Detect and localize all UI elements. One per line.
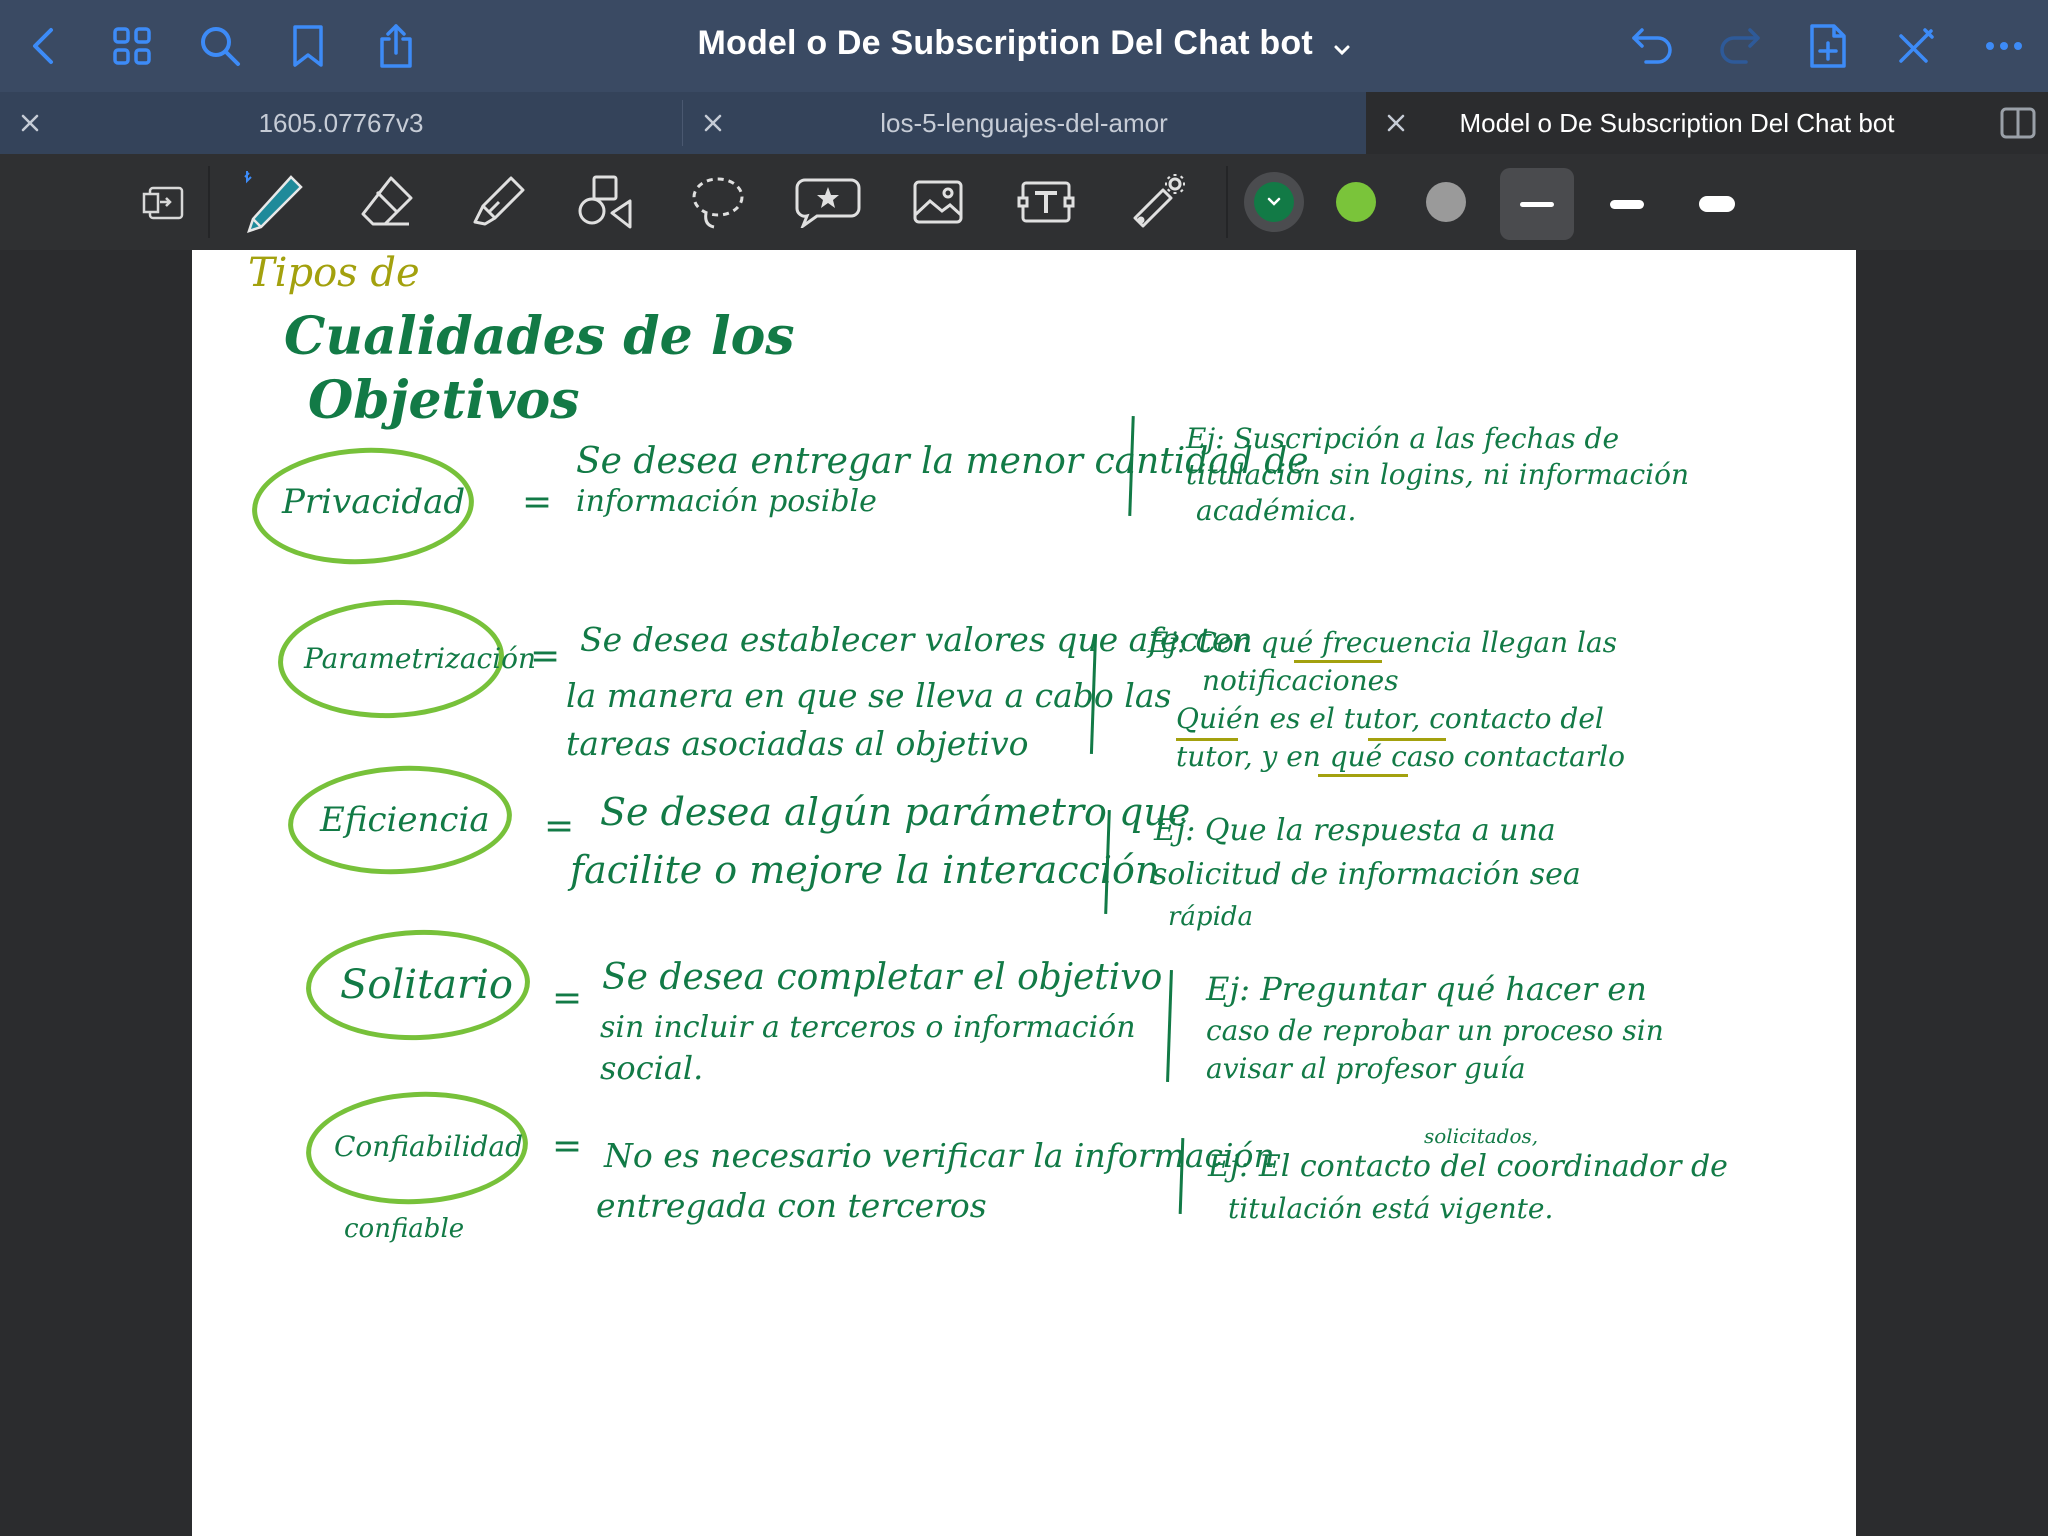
color-swatch-gray[interactable]: [1426, 182, 1466, 222]
elements-icon[interactable]: [792, 168, 864, 236]
split-view-icon[interactable]: [1988, 92, 2048, 154]
equals-sign: =: [522, 482, 553, 523]
example-line: Ej: Preguntar qué hacer en: [1206, 970, 1647, 1008]
heading-small: Tipos de: [248, 250, 420, 296]
equals-sign: =: [530, 636, 561, 677]
tab-label: los-5-lenguajes-del-amor: [880, 107, 1168, 138]
example-line: Quién es el tutor, contacto del: [1176, 702, 1604, 735]
pen-icon[interactable]: [238, 168, 310, 236]
eraser-icon[interactable]: [350, 168, 422, 236]
label-confiabilidad: Confiabilidad: [334, 1130, 524, 1163]
example-note: solicitados,: [1424, 1124, 1539, 1148]
laser-pointer-icon[interactable]: [1122, 168, 1194, 236]
top-navigation-bar: Model o De Subscription Del Chat bot: [0, 0, 2048, 92]
notebook-page[interactable]: Tipos de Cualidades de los Objetivos Pri…: [192, 250, 1856, 1536]
tab-1605-07767v3[interactable]: 1605.07767v3: [0, 92, 682, 154]
divider-line: [1166, 969, 1173, 1083]
read-only-icon[interactable]: [128, 168, 200, 236]
example-line: Ej: Suscripción a las fechas de: [1186, 422, 1620, 455]
example-line: Ej: Con qué frecuencia llegan las: [1148, 626, 1618, 659]
example-line: tutor, y en qué caso contactarlo: [1176, 740, 1625, 773]
toolbar-divider: [1226, 166, 1228, 238]
example-line: Ej: Que la respuesta a una: [1154, 813, 1556, 848]
toolbar-divider: [208, 166, 210, 238]
stroke-preview: [1610, 199, 1644, 209]
shapes-icon[interactable]: [570, 168, 642, 236]
add-page-icon[interactable]: [1802, 20, 1854, 72]
highlight-underline: [1318, 774, 1408, 777]
example-line: caso de reprobar un proceso sin: [1206, 1014, 1664, 1047]
close-pen-icon[interactable]: [1890, 20, 1942, 72]
tab-label: 1605.07767v3: [258, 107, 424, 138]
example-line: titulación sin logins, ni información: [1186, 458, 1689, 491]
document-title-text: Model o De Subscription Del Chat bot: [697, 24, 1313, 62]
definition-line: Se desea completar el objetivo: [602, 957, 1163, 998]
redo-icon[interactable]: [1714, 20, 1766, 72]
close-icon[interactable]: [18, 111, 42, 135]
highlight-underline: [1176, 738, 1238, 741]
example-line: notificaciones: [1202, 664, 1399, 697]
tab-bar: 1605.07767v3 los-5-lenguajes-del-amor Mo…: [0, 92, 2048, 154]
close-icon[interactable]: [1384, 111, 1408, 135]
stroke-preview: [1699, 196, 1735, 212]
example-line: académica.: [1196, 494, 1357, 527]
definition-line: entregada con terceros: [596, 1186, 987, 1225]
close-icon[interactable]: [701, 111, 725, 135]
lasso-icon[interactable]: [682, 168, 754, 236]
tab-los-5-lenguajes-del-amor[interactable]: los-5-lenguajes-del-amor: [683, 92, 1365, 154]
undo-icon[interactable]: [1626, 20, 1678, 72]
label-eficiencia: Eficiencia: [320, 800, 490, 840]
highlight-underline: [1368, 738, 1446, 741]
definition-line: la manera en que se lleva a cabo las: [566, 676, 1172, 715]
label-solitario: Solitario: [340, 962, 513, 1008]
chevron-down-icon: [1254, 182, 1294, 222]
stroke-width-medium[interactable]: [1590, 168, 1664, 240]
definition-line: Se desea algún parámetro que: [600, 790, 1191, 834]
definition-line: tareas asociadas al objetivo: [566, 724, 1029, 763]
color-swatch-green[interactable]: [1336, 182, 1376, 222]
definition-line: facilite o mejore la interacción: [570, 848, 1160, 892]
stroke-width-thin[interactable]: [1500, 168, 1574, 240]
equals-sign: =: [552, 1126, 583, 1167]
example-line: rápida: [1168, 902, 1254, 932]
heading-line-2: Objetivos: [308, 370, 580, 431]
image-icon[interactable]: [902, 168, 974, 236]
label-privacidad: Privacidad: [282, 482, 466, 522]
definition-line: información posible: [576, 484, 877, 519]
example-line: avisar al profesor guía: [1206, 1052, 1526, 1085]
equals-sign: =: [544, 806, 575, 847]
heading-line-1: Cualidades de los: [284, 306, 795, 367]
example-line: Ej: El contacto del coordinador de: [1208, 1149, 1728, 1184]
example-line: titulación está vigente.: [1228, 1192, 1554, 1225]
label-parametrizacion: Parametrización: [304, 642, 537, 675]
chevron-down-icon: [1333, 26, 1351, 65]
highlighter-icon[interactable]: [462, 168, 534, 236]
drawing-toolbar: [0, 154, 2048, 250]
definition-line: social.: [600, 1049, 704, 1087]
definition-line: No es necesario verificar la información: [604, 1136, 1275, 1175]
tab-model-subscription-chat-bot[interactable]: Model o De Subscription Del Chat bot: [1366, 92, 1988, 154]
stroke-width-thick[interactable]: [1680, 168, 1754, 240]
example-line: solicitud de información sea: [1152, 857, 1581, 892]
color-swatch-selected[interactable]: [1244, 172, 1304, 232]
stroke-preview: [1520, 201, 1554, 207]
highlight-underline: [1294, 660, 1382, 663]
equals-sign: =: [552, 978, 583, 1019]
label-sub-note: confiable: [344, 1214, 465, 1244]
text-icon[interactable]: [1010, 168, 1082, 236]
tab-label: Model o De Subscription Del Chat bot: [1459, 107, 1895, 138]
more-icon[interactable]: [1978, 20, 2030, 72]
